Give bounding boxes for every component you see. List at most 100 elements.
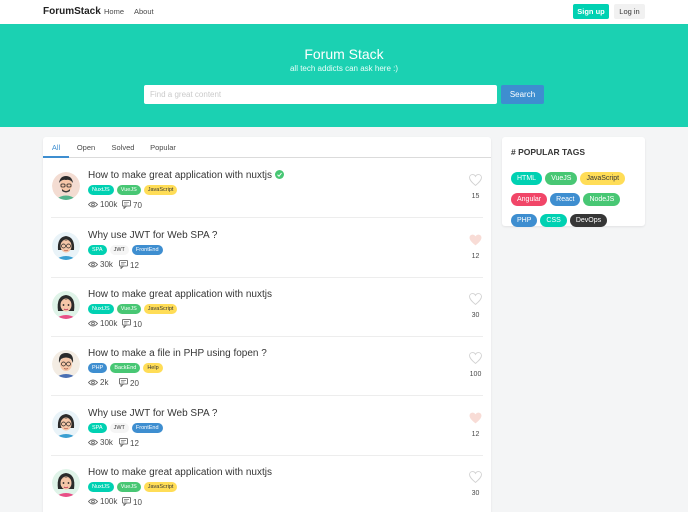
question-title-row: How to make great application with nuxtj…	[88, 170, 284, 181]
question-title[interactable]: How to make a file in PHP using fopen ?	[88, 348, 267, 359]
question-tag[interactable]: VueJS	[116, 304, 141, 314]
question-row[interactable]: How to make great application with nuxtj…	[43, 456, 491, 512]
question-title-row: How to make great application with nuxtj…	[88, 289, 272, 300]
question-tag[interactable]: JWT	[109, 423, 129, 433]
question-title-row: How to make great application with nuxtj…	[88, 467, 272, 478]
question-title-row: Why use JWT for Web SPA ?	[88, 408, 218, 419]
views-count: 100k	[100, 497, 118, 506]
tab-solved[interactable]: Solved	[106, 137, 140, 158]
comment-icon	[119, 378, 130, 388]
filter-tabs: All Open Solved Popular	[43, 137, 491, 158]
search-button[interactable]: Search	[501, 85, 544, 104]
question-row[interactable]: How to make great application with nuxtj…	[43, 278, 491, 337]
comments-count: 20	[130, 379, 139, 388]
popular-tag[interactable]: NodeJS	[583, 193, 621, 206]
comments-count: 12	[130, 439, 139, 448]
like-heart-icon[interactable]	[469, 292, 482, 305]
popular-tag[interactable]: HTML	[511, 172, 543, 185]
question-tags: SPA JWT FrontEnd	[88, 423, 166, 433]
question-row[interactable]: How to make a file in PHP using fopen ? …	[43, 337, 491, 396]
question-tag[interactable]: SPA	[88, 423, 107, 433]
question-tag[interactable]: VueJS	[116, 482, 141, 492]
hero-subtitle: all tech addicts can ask here :)	[289, 64, 399, 73]
question-tag[interactable]: NuxtJS	[88, 185, 114, 195]
comments-count: 10	[133, 498, 142, 507]
comments-stat: 20	[119, 378, 139, 388]
comments-stat: 12	[119, 260, 139, 270]
question-list-card: All Open Solved Popular How to make grea…	[43, 137, 491, 512]
question-tags: SPA JWT FrontEnd	[88, 245, 166, 255]
question-tag[interactable]: NuxtJS	[88, 304, 114, 314]
hero-banner: Forum Stack all tech addicts can ask her…	[0, 24, 688, 127]
comment-icon	[122, 497, 133, 507]
question-row[interactable]: Why use JWT for Web SPA ? SPA JWT FrontEnd…	[43, 397, 491, 456]
question-title[interactable]: Why use JWT for Web SPA ?	[88, 230, 218, 241]
comment-icon	[122, 319, 133, 329]
question-tag[interactable]: FrontEnd	[131, 245, 163, 255]
views-count: 100k	[100, 200, 118, 209]
popular-tag[interactable]: CSS	[540, 214, 567, 227]
eye-icon	[87, 260, 100, 269]
question-tag[interactable]: JavaScript	[143, 304, 178, 314]
search-input[interactable]	[144, 85, 497, 104]
tab-popular[interactable]: Popular	[145, 137, 181, 158]
popular-tags-title: # POPULAR TAGS	[511, 147, 585, 157]
login-button[interactable]: Log in	[614, 4, 645, 19]
likes-count: 100	[469, 371, 482, 378]
brand-logo[interactable]: ForumStack	[43, 6, 101, 17]
question-title[interactable]: How to make great application with nuxtj…	[88, 170, 272, 181]
man-glasses-avatar	[52, 172, 80, 200]
likes-count: 12	[471, 253, 480, 260]
question-tag[interactable]: BackEnd	[110, 363, 141, 373]
question-tag[interactable]: FrontEnd	[131, 423, 163, 433]
like-heart-icon[interactable]	[469, 470, 482, 483]
question-tag[interactable]: JavaScript	[143, 185, 178, 195]
question-row[interactable]: Why use JWT for Web SPA ? SPA JWT FrontEnd…	[43, 219, 491, 278]
tab-open[interactable]: Open	[71, 137, 101, 158]
eye-icon	[87, 378, 100, 387]
popular-tag[interactable]: Angular	[511, 193, 548, 206]
views-stat: 100k	[87, 319, 117, 328]
question-tags: NuxtJS VueJS JavaScript	[88, 185, 180, 195]
comments-count: 12	[130, 261, 139, 270]
question-tag[interactable]: Help	[143, 363, 163, 373]
question-tag[interactable]: PHP	[88, 363, 108, 373]
views-stat: 30k	[87, 438, 113, 447]
eye-icon	[87, 438, 100, 447]
signup-button[interactable]: Sign up	[573, 4, 609, 19]
nav-link-home[interactable]: Home	[104, 7, 124, 16]
comment-icon	[119, 438, 130, 448]
popular-tag[interactable]: JavaScript	[580, 172, 626, 185]
like-heart-icon[interactable]	[469, 411, 482, 424]
popular-tags-card: # POPULAR TAGS HTML VueJS JavaScript Angula…	[502, 137, 645, 227]
woman-glasses-avatar	[52, 232, 80, 260]
views-count: 30k	[100, 438, 113, 447]
like-heart-icon[interactable]	[469, 351, 482, 364]
like-heart-icon[interactable]	[469, 233, 482, 246]
question-tag[interactable]: VueJS	[116, 185, 141, 195]
popular-tag[interactable]: React	[550, 193, 581, 206]
question-title[interactable]: How to make great application with nuxtj…	[88, 467, 272, 478]
question-title[interactable]: Why use JWT for Web SPA ?	[88, 408, 218, 419]
popular-tag[interactable]: PHP	[511, 214, 538, 227]
question-title-row: How to make a file in PHP using fopen ?	[88, 348, 267, 359]
question-tag[interactable]: JWT	[109, 245, 129, 255]
question-tag[interactable]: JavaScript	[143, 482, 178, 492]
solved-check-icon	[272, 170, 284, 181]
question-tag[interactable]: SPA	[88, 245, 107, 255]
question-row[interactable]: How to make great application with nuxtj…	[43, 159, 491, 218]
popular-tag[interactable]: VueJS	[545, 172, 578, 185]
question-tag[interactable]: NuxtJS	[88, 482, 114, 492]
views-stat: 100k	[87, 200, 118, 209]
popular-tag[interactable]: DevOps	[569, 214, 608, 227]
question-tags: NuxtJS VueJS JavaScript	[88, 482, 180, 492]
nav-link-about[interactable]: About	[134, 7, 154, 16]
tab-all[interactable]: All	[43, 137, 69, 158]
hero-title: Forum Stack	[304, 46, 384, 62]
like-heart-icon[interactable]	[469, 173, 482, 186]
navbar: ForumStack Home About Sign up Log in	[0, 0, 688, 24]
likes-count: 12	[471, 431, 480, 438]
question-title[interactable]: How to make great application with nuxtj…	[88, 289, 272, 300]
row-divider	[51, 395, 483, 396]
eye-icon	[87, 497, 100, 506]
